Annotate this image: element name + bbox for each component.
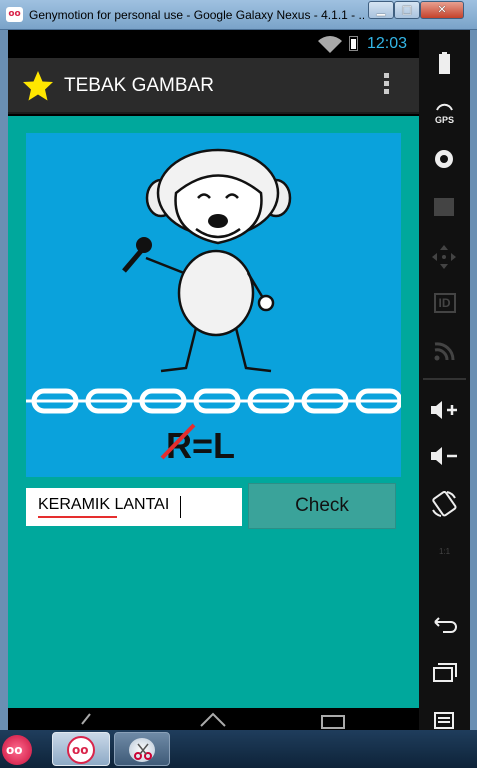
- snipping-tool-task[interactable]: [114, 732, 170, 766]
- monkey-illustration: R=L: [26, 148, 401, 466]
- back-icon[interactable]: [419, 614, 470, 636]
- close-button[interactable]: ✕: [420, 1, 464, 19]
- id-icon[interactable]: ID: [419, 292, 470, 313]
- main-content: R=L KERAMIK LANTAI Check: [8, 116, 419, 708]
- id-label: ID: [433, 293, 456, 313]
- spellcheck-underline: [38, 516, 117, 518]
- genymotion-side-panel: GPS ID 1:1: [419, 30, 470, 730]
- android-screen: 12:03 TEBAK GAMBAR R=L KERAMIK LANTAI Ch…: [8, 30, 419, 730]
- app-title: TEBAK GAMBAR: [64, 75, 214, 96]
- scale-icon[interactable]: 1:1: [419, 540, 470, 564]
- video-icon[interactable]: [419, 196, 470, 218]
- recent-nav-icon[interactable]: [318, 710, 348, 730]
- menu-icon[interactable]: [419, 710, 470, 730]
- maximize-button[interactable]: □: [394, 1, 420, 19]
- genymotion-task[interactable]: oo: [52, 732, 110, 766]
- maximize-icon: □: [401, 3, 413, 16]
- genymotion-app-icon: oo: [6, 7, 23, 22]
- webcam-icon[interactable]: [419, 148, 470, 172]
- status-bar: 12:03: [8, 30, 419, 58]
- minimize-button[interactable]: ▁: [368, 1, 394, 19]
- scale-label: 1:1: [438, 547, 451, 556]
- battery-icon[interactable]: [419, 52, 470, 76]
- start-orb[interactable]: oo: [0, 732, 44, 766]
- genymotion-window: oo Genymotion for personal use - Google …: [0, 0, 477, 768]
- home-nav-icon[interactable]: [198, 710, 228, 730]
- gps-label: GPS: [434, 115, 454, 125]
- windows-taskbar: oo oo: [0, 730, 477, 768]
- volume-down-icon[interactable]: [419, 444, 470, 468]
- overflow-menu-icon[interactable]: [382, 73, 390, 99]
- rotate-icon[interactable]: [419, 490, 470, 518]
- minimize-icon: ▁: [376, 3, 386, 16]
- window-title-bar[interactable]: oo Genymotion for personal use - Google …: [0, 0, 477, 30]
- side-panel-divider: [423, 378, 466, 380]
- chain-graphic: [26, 388, 401, 414]
- action-bar: TEBAK GAMBAR: [8, 58, 419, 114]
- volume-up-icon[interactable]: [419, 398, 470, 422]
- window-title: Genymotion for personal use - Google Gal…: [29, 8, 364, 22]
- star-icon: [23, 71, 53, 101]
- dpad-icon[interactable]: [419, 244, 470, 270]
- puzzle-image: R=L: [26, 133, 401, 477]
- check-button[interactable]: Check: [248, 483, 396, 529]
- answer-input[interactable]: KERAMIK LANTAI: [26, 488, 242, 526]
- rss-icon[interactable]: [419, 338, 470, 362]
- text-cursor: [180, 496, 181, 518]
- recent-apps-icon[interactable]: [419, 662, 470, 684]
- wifi-icon: [318, 36, 342, 53]
- battery-status-icon: [349, 36, 358, 51]
- android-nav-bar: [8, 708, 419, 730]
- status-time: 12:03: [367, 35, 408, 52]
- device-frame: 12:03 TEBAK GAMBAR R=L KERAMIK LANTAI Ch…: [8, 30, 470, 730]
- close-icon: ✕: [437, 3, 447, 16]
- scissors-icon: [134, 743, 152, 760]
- back-nav-icon[interactable]: [78, 710, 98, 730]
- gps-icon[interactable]: GPS: [419, 96, 470, 125]
